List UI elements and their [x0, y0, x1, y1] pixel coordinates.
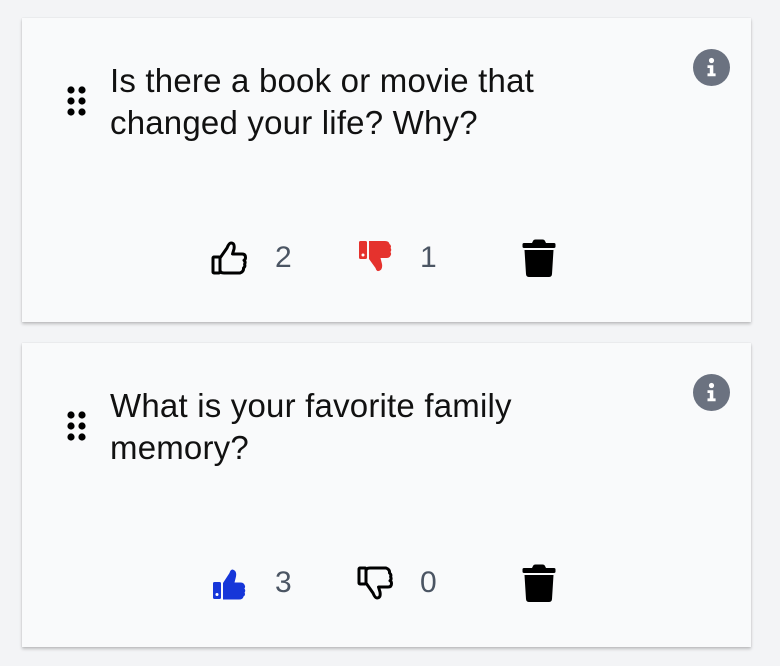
question-card: Is there a book or movie that changed yo… [22, 18, 751, 322]
downvote-button[interactable] [354, 237, 396, 279]
downvote-count: 1 [420, 241, 437, 274]
downvote-button[interactable] [354, 562, 396, 604]
drag-handle-icon[interactable] [66, 409, 88, 443]
thumbs-down-icon [359, 241, 392, 272]
upvote-count: 3 [275, 566, 292, 599]
question-card: What is your favorite family memory? 3 0 [22, 343, 751, 647]
vote-actions: 2 1 [22, 233, 751, 283]
upvote-button[interactable] [208, 237, 250, 279]
question-text: Is there a book or movie that changed yo… [110, 62, 535, 141]
drag-handle-icon[interactable] [66, 84, 88, 118]
info-icon[interactable] [693, 374, 730, 411]
vote-actions: 3 0 [22, 558, 751, 608]
trash-icon [522, 564, 556, 602]
question-text: What is your favorite family memory? [110, 387, 512, 466]
thumbs-up-icon [213, 569, 246, 600]
question-list: Is there a book or movie that changed yo… [0, 0, 780, 666]
thumbs-up-icon [211, 241, 247, 275]
downvote-count: 0 [420, 566, 437, 599]
thumbs-down-icon [357, 566, 393, 600]
info-icon[interactable] [693, 49, 730, 86]
delete-button[interactable] [518, 237, 560, 279]
trash-icon [522, 239, 556, 277]
delete-button[interactable] [518, 562, 560, 604]
upvote-count: 2 [275, 241, 292, 274]
upvote-button[interactable] [208, 562, 250, 604]
